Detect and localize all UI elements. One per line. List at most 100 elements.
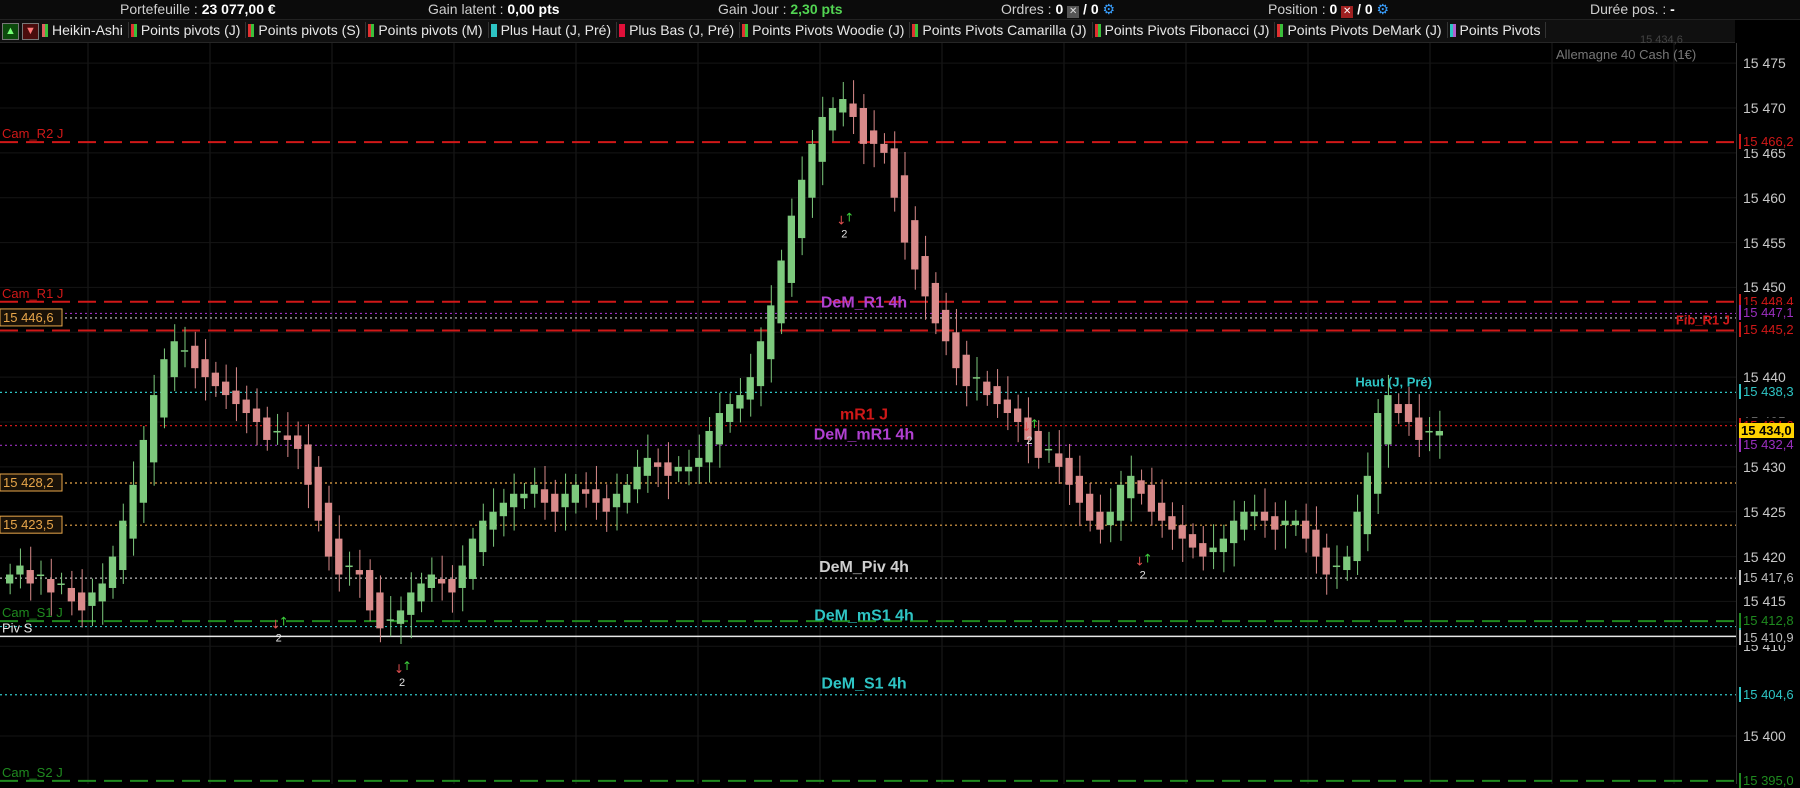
- gain-latent-label: Gain latent :: [428, 1, 504, 17]
- candle-body: [1106, 511, 1114, 526]
- candle-body: [376, 592, 384, 629]
- indicator-color-swatch-icon: [742, 24, 749, 37]
- axis-tick-label: 15 420: [1743, 548, 1786, 565]
- gain-latent-field: Gain latent : 0,00 pts: [428, 1, 560, 17]
- candle-body: [489, 511, 497, 530]
- axis-tick-label: 15 415: [1743, 593, 1786, 610]
- indicator-label: Points pivots (M): [378, 22, 483, 38]
- duree-value: -: [1670, 1, 1675, 17]
- candle-body: [695, 457, 703, 467]
- level-center-label: DeM_Piv 4h: [819, 559, 909, 576]
- ordres-value-2: / 0: [1083, 1, 1099, 17]
- indicator-tab[interactable]: Points Pivots DeMark (J): [1275, 22, 1448, 38]
- indicator-tab[interactable]: Heikin-Ashi: [40, 22, 129, 38]
- candle-body: [407, 592, 415, 615]
- level-right-label: Fib_R1 J: [1676, 312, 1730, 327]
- candle-body: [1230, 520, 1238, 544]
- candle-body: [983, 381, 991, 396]
- candle-body: [1178, 525, 1186, 539]
- candle-body: [756, 341, 765, 387]
- indicator-tab[interactable]: Plus Bas (J, Pré): [617, 22, 741, 38]
- indicator-tab[interactable]: Points Pivots Camarilla (J): [910, 22, 1093, 38]
- ordres-value: 0: [1055, 1, 1064, 17]
- portefeuille-label: Portefeuille :: [120, 1, 198, 17]
- candle-body: [1240, 511, 1248, 530]
- expand-down-icon[interactable]: ▼: [22, 23, 39, 40]
- candle-body: [222, 381, 230, 396]
- candle-body: [1302, 520, 1310, 539]
- candle-body: [1363, 475, 1371, 535]
- candle-body: [1137, 480, 1145, 494]
- indicator-tab[interactable]: Points Pivots Woodie (J): [740, 22, 911, 38]
- candle-body: [1055, 453, 1063, 467]
- indicator-tab[interactable]: Plus Haut (J, Pré): [489, 22, 618, 38]
- indicator-color-swatch-icon: [1449, 24, 1456, 37]
- indicator-tab[interactable]: Points pivots (S): [246, 22, 367, 38]
- position-field: Position : 0 ✕ / 0 ⚙: [1268, 1, 1389, 18]
- candle-body: [571, 484, 579, 503]
- candle-body: [942, 309, 950, 342]
- candle-body: [438, 579, 446, 584]
- indicator-tab[interactable]: Points Pivots Fibonacci (J): [1093, 22, 1276, 38]
- level-left-box-value: 15 428,2: [3, 475, 54, 490]
- price-chart[interactable]: Cam_R2 J Cam_R1 J DeM_R1 4h 15 446,6 Fib_R1 …: [0, 43, 1736, 784]
- candle-body: [242, 399, 250, 414]
- candle-body: [1003, 399, 1011, 414]
- buy-arrow-icon: ↑: [844, 211, 854, 225]
- candle-body: [715, 413, 723, 445]
- candle-body: [324, 502, 333, 557]
- candle-body: [1158, 502, 1166, 521]
- indicator-color-swatch-icon: [912, 24, 919, 37]
- axis-tick-label: 15 470: [1743, 100, 1786, 116]
- indicator-tab[interactable]: Points pivots (M): [366, 22, 489, 38]
- candle-body: [787, 215, 795, 283]
- position-close-icon[interactable]: ✕: [1341, 6, 1354, 18]
- candle-body: [499, 502, 507, 517]
- price-axis[interactable]: 15 475 15 470 15 465 15 460 15 455 15 450 15 4…: [1736, 43, 1800, 788]
- ordres-settings-icon[interactable]: ⚙: [1103, 1, 1116, 17]
- candle-body: [530, 484, 538, 494]
- candle-body: [6, 574, 14, 584]
- candle-body: [962, 354, 970, 387]
- candle-body: [798, 179, 806, 239]
- level-center-label: DeM_R1 4h: [821, 294, 907, 311]
- position-settings-icon[interactable]: ⚙: [1377, 1, 1390, 17]
- candle-body: [726, 404, 734, 422]
- candle-body: [119, 520, 127, 571]
- indicator-list: Heikin-Ashi Points pivots (J) Points pivot…: [40, 20, 1547, 38]
- candle-body: [1415, 417, 1423, 440]
- indicator-color-swatch-icon: [1094, 24, 1101, 37]
- indicator-tab[interactable]: Points Pivots: [1448, 22, 1547, 38]
- candle-body: [551, 493, 559, 512]
- expand-up-icon[interactable]: ▲: [2, 23, 19, 40]
- candle-body: [16, 565, 24, 575]
- candle-body: [1250, 511, 1258, 517]
- candle-body: [849, 103, 857, 117]
- candle-body: [160, 359, 168, 418]
- candle-body: [98, 583, 106, 602]
- candle-body: [777, 260, 785, 324]
- candle-body: [582, 489, 590, 494]
- ordres-close-icon[interactable]: ✕: [1067, 6, 1080, 18]
- candle-body: [1281, 520, 1289, 526]
- candle-body: [520, 493, 528, 499]
- candle-body: [1343, 556, 1351, 571]
- axis-tick-label: 15 425: [1743, 503, 1786, 520]
- level-price-tag: 15 432,4: [1739, 437, 1796, 453]
- candle-body: [643, 457, 651, 476]
- level-center-label: DeM_mR1 4h: [814, 426, 914, 443]
- indicator-label: Plus Haut (J, Pré): [500, 22, 612, 38]
- candle-body: [139, 439, 147, 503]
- candle-body: [911, 220, 919, 270]
- candle-body: [191, 345, 199, 369]
- level-left-label: Cam_S2 J: [2, 765, 63, 780]
- gain-latent-value: 0,00 pts: [507, 1, 560, 17]
- indicator-color-swatch-icon: [42, 24, 48, 37]
- duree-label: Durée pos. :: [1590, 1, 1667, 17]
- indicator-tab[interactable]: Points pivots (J): [129, 22, 247, 38]
- axis-tick-label: 15 455: [1743, 234, 1786, 251]
- candle-body: [931, 282, 939, 324]
- buy-arrow-icon: ↑: [1029, 417, 1039, 431]
- candle-body: [366, 570, 374, 611]
- signal-count: 2: [1026, 435, 1032, 447]
